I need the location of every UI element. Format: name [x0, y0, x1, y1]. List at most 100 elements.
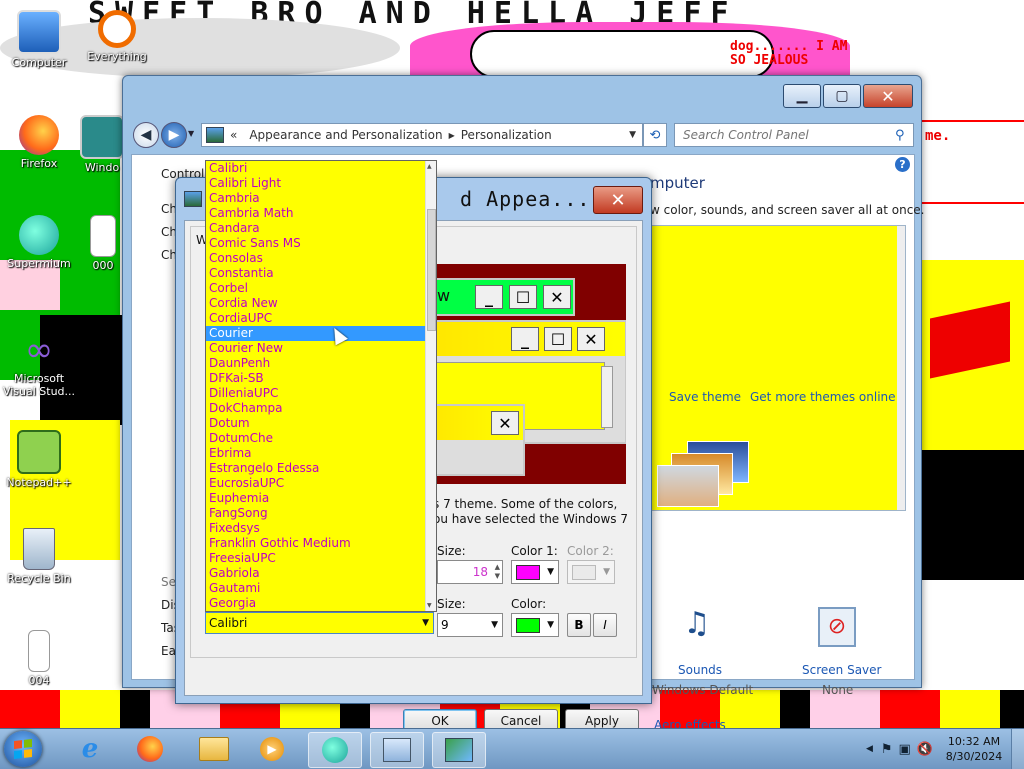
search-input[interactable]: [681, 127, 895, 143]
scroll-down-icon[interactable]: ▼: [427, 602, 432, 609]
action-center-flag-icon[interactable]: ⚑: [881, 742, 893, 757]
color2-picker[interactable]: ▼: [567, 560, 615, 584]
font-list-item[interactable]: DotumChe: [206, 431, 425, 446]
desktop-icon-visual-studio[interactable]: ∞ Microsoft Visual Stud...: [2, 330, 76, 398]
dropdown-arrow-icon[interactable]: ▼: [422, 618, 429, 628]
preview-close-icon: ✕: [543, 285, 571, 309]
font-list-item[interactable]: DokChampa: [206, 401, 425, 416]
taskbar-supermium[interactable]: [308, 732, 362, 768]
font-list-item[interactable]: Calibri: [206, 161, 425, 176]
volume-muted-icon[interactable]: 🔇: [917, 742, 933, 757]
font-list-item[interactable]: Fixedsys: [206, 521, 425, 536]
taskbar-media-player[interactable]: ▶: [246, 732, 298, 766]
bold-button[interactable]: B: [567, 613, 591, 637]
font-size-combo[interactable]: 9 ▼: [437, 613, 503, 637]
desktop-icon-supermium[interactable]: Supermium: [2, 215, 76, 270]
show-hidden-icons-icon[interactable]: ◀: [866, 744, 873, 754]
desktop-icon-recycle-bin[interactable]: Recycle Bin: [2, 528, 76, 585]
address-bar[interactable]: « Appearance and Personalization ▶ Perso…: [201, 123, 643, 147]
search-box[interactable]: ⚲: [674, 123, 914, 147]
forward-button[interactable]: ▶: [161, 122, 187, 148]
refresh-icon[interactable]: ⟲: [643, 123, 667, 147]
color1-picker[interactable]: ▼: [511, 560, 559, 584]
font-color-picker[interactable]: ▼: [511, 613, 559, 637]
save-theme-link[interactable]: Save theme: [669, 390, 741, 404]
theme-list-scrollbar[interactable]: [897, 226, 905, 510]
font-list-item[interactable]: Cordia New: [206, 296, 425, 311]
desktop-icon-firefox[interactable]: Firefox: [2, 115, 76, 170]
font-list-item[interactable]: DaunPenh: [206, 356, 425, 371]
navigation-bar: ◀ ▶ ▼ « Appearance and Personalization ▶…: [131, 120, 914, 150]
font-dropdown-list[interactable]: Calibri Calibri Light Cambria Cambria Math C…: [205, 160, 437, 612]
font-combo[interactable]: Calibri ▼: [205, 612, 434, 634]
font-list-item[interactable]: DilleniaUPC: [206, 386, 425, 401]
screen-saver-icon[interactable]: ⊘: [818, 607, 856, 647]
desktop-icon-notepadpp[interactable]: Notepad++: [2, 430, 76, 489]
font-list-item[interactable]: Courier: [206, 326, 425, 341]
font-list-item[interactable]: CordiaUPC: [206, 311, 425, 326]
font-list-item[interactable]: Corbel: [206, 281, 425, 296]
font-list-item[interactable]: Candara: [206, 221, 425, 236]
desktop-icon-everything[interactable]: Everything: [80, 10, 154, 63]
close-button[interactable]: ✕: [863, 84, 913, 108]
show-desktop-button[interactable]: [1011, 729, 1024, 769]
preview-scrollbar: [601, 366, 613, 428]
font-list-item[interactable]: Cambria Math: [206, 206, 425, 221]
maximize-button[interactable]: ▢: [823, 84, 861, 108]
get-more-themes-link[interactable]: Get more themes online: [750, 390, 896, 404]
screen-saver-link[interactable]: Screen Saver: [802, 663, 881, 677]
font-list-item[interactable]: Euphemia: [206, 491, 425, 506]
desktop-icon-000[interactable]: 000: [82, 215, 124, 272]
font-list-scrollbar[interactable]: ▲ ▼: [425, 161, 436, 611]
font-list-item[interactable]: Georgia: [206, 596, 425, 611]
font-list-item[interactable]: Constantia: [206, 266, 425, 281]
font-list-item[interactable]: EucrosiaUPC: [206, 476, 425, 491]
breadcrumb-prefix: «: [230, 128, 238, 142]
font-list-item[interactable]: Dotum: [206, 416, 425, 431]
taskbar-control-panel[interactable]: [370, 732, 424, 768]
sounds-icon[interactable]: ♫: [674, 605, 720, 643]
taskbar-appearance-dialog[interactable]: [432, 732, 486, 768]
preview-maximize-icon: ☐: [509, 285, 537, 309]
font-list-item[interactable]: Estrangelo Edessa: [206, 461, 425, 476]
font-list-item[interactable]: FreesiaUPC: [206, 551, 425, 566]
font-list-item[interactable]: Comic Sans MS: [206, 236, 425, 251]
back-button[interactable]: ◀: [133, 122, 159, 148]
help-icon[interactable]: ?: [895, 157, 910, 172]
font-list-item[interactable]: FangSong: [206, 506, 425, 521]
system-clock[interactable]: 10:32 AM 8/30/2024: [937, 734, 1011, 764]
scrollbar-thumb[interactable]: [427, 209, 436, 331]
item-size-spinner[interactable]: 18 ▲ ▼: [437, 560, 503, 584]
color1-swatch: [516, 564, 540, 580]
desktop-icon-004[interactable]: 004: [2, 630, 76, 687]
address-dropdown-icon[interactable]: ▼: [629, 130, 636, 140]
minimize-button[interactable]: ▁: [783, 84, 821, 108]
desktop-icon-computer[interactable]: Computer: [2, 10, 76, 69]
font-list-item[interactable]: Franklin Gothic Medium: [206, 536, 425, 551]
desktop-icon-label: Windo: [84, 161, 120, 174]
taskbar-internet-explorer[interactable]: e: [64, 732, 116, 766]
font-list-item[interactable]: Cambria: [206, 191, 425, 206]
sounds-link[interactable]: Sounds: [678, 663, 722, 677]
font-list-item[interactable]: Gabriola: [206, 566, 425, 581]
breadcrumb-personalization[interactable]: Personalization: [455, 128, 558, 142]
supermium-icon: [322, 737, 348, 763]
spinner-arrows-icon[interactable]: ▲ ▼: [495, 563, 500, 581]
font-list-item[interactable]: DFKai-SB: [206, 371, 425, 386]
start-button[interactable]: [4, 731, 42, 767]
font-list-item[interactable]: Courier New: [206, 341, 425, 356]
breadcrumb-appearance[interactable]: Appearance and Personalization: [243, 128, 448, 142]
font-list-item[interactable]: Calibri Light: [206, 176, 425, 191]
network-icon[interactable]: ▣: [899, 742, 911, 757]
font-list-item[interactable]: Ebrima: [206, 446, 425, 461]
taskbar-firefox[interactable]: [124, 732, 176, 766]
taskbar-explorer[interactable]: [188, 732, 240, 766]
italic-button[interactable]: I: [593, 613, 617, 637]
theme-list[interactable]: Save theme Get more themes online: [646, 225, 906, 511]
recent-pages-icon[interactable]: ▼: [188, 129, 194, 138]
font-list-item[interactable]: Consolas: [206, 251, 425, 266]
dialog-close-button[interactable]: ✕: [593, 186, 643, 214]
font-list-item[interactable]: Gautami: [206, 581, 425, 596]
desktop-icon-window[interactable]: Windo: [80, 115, 124, 174]
scroll-up-icon[interactable]: ▲: [427, 163, 432, 170]
